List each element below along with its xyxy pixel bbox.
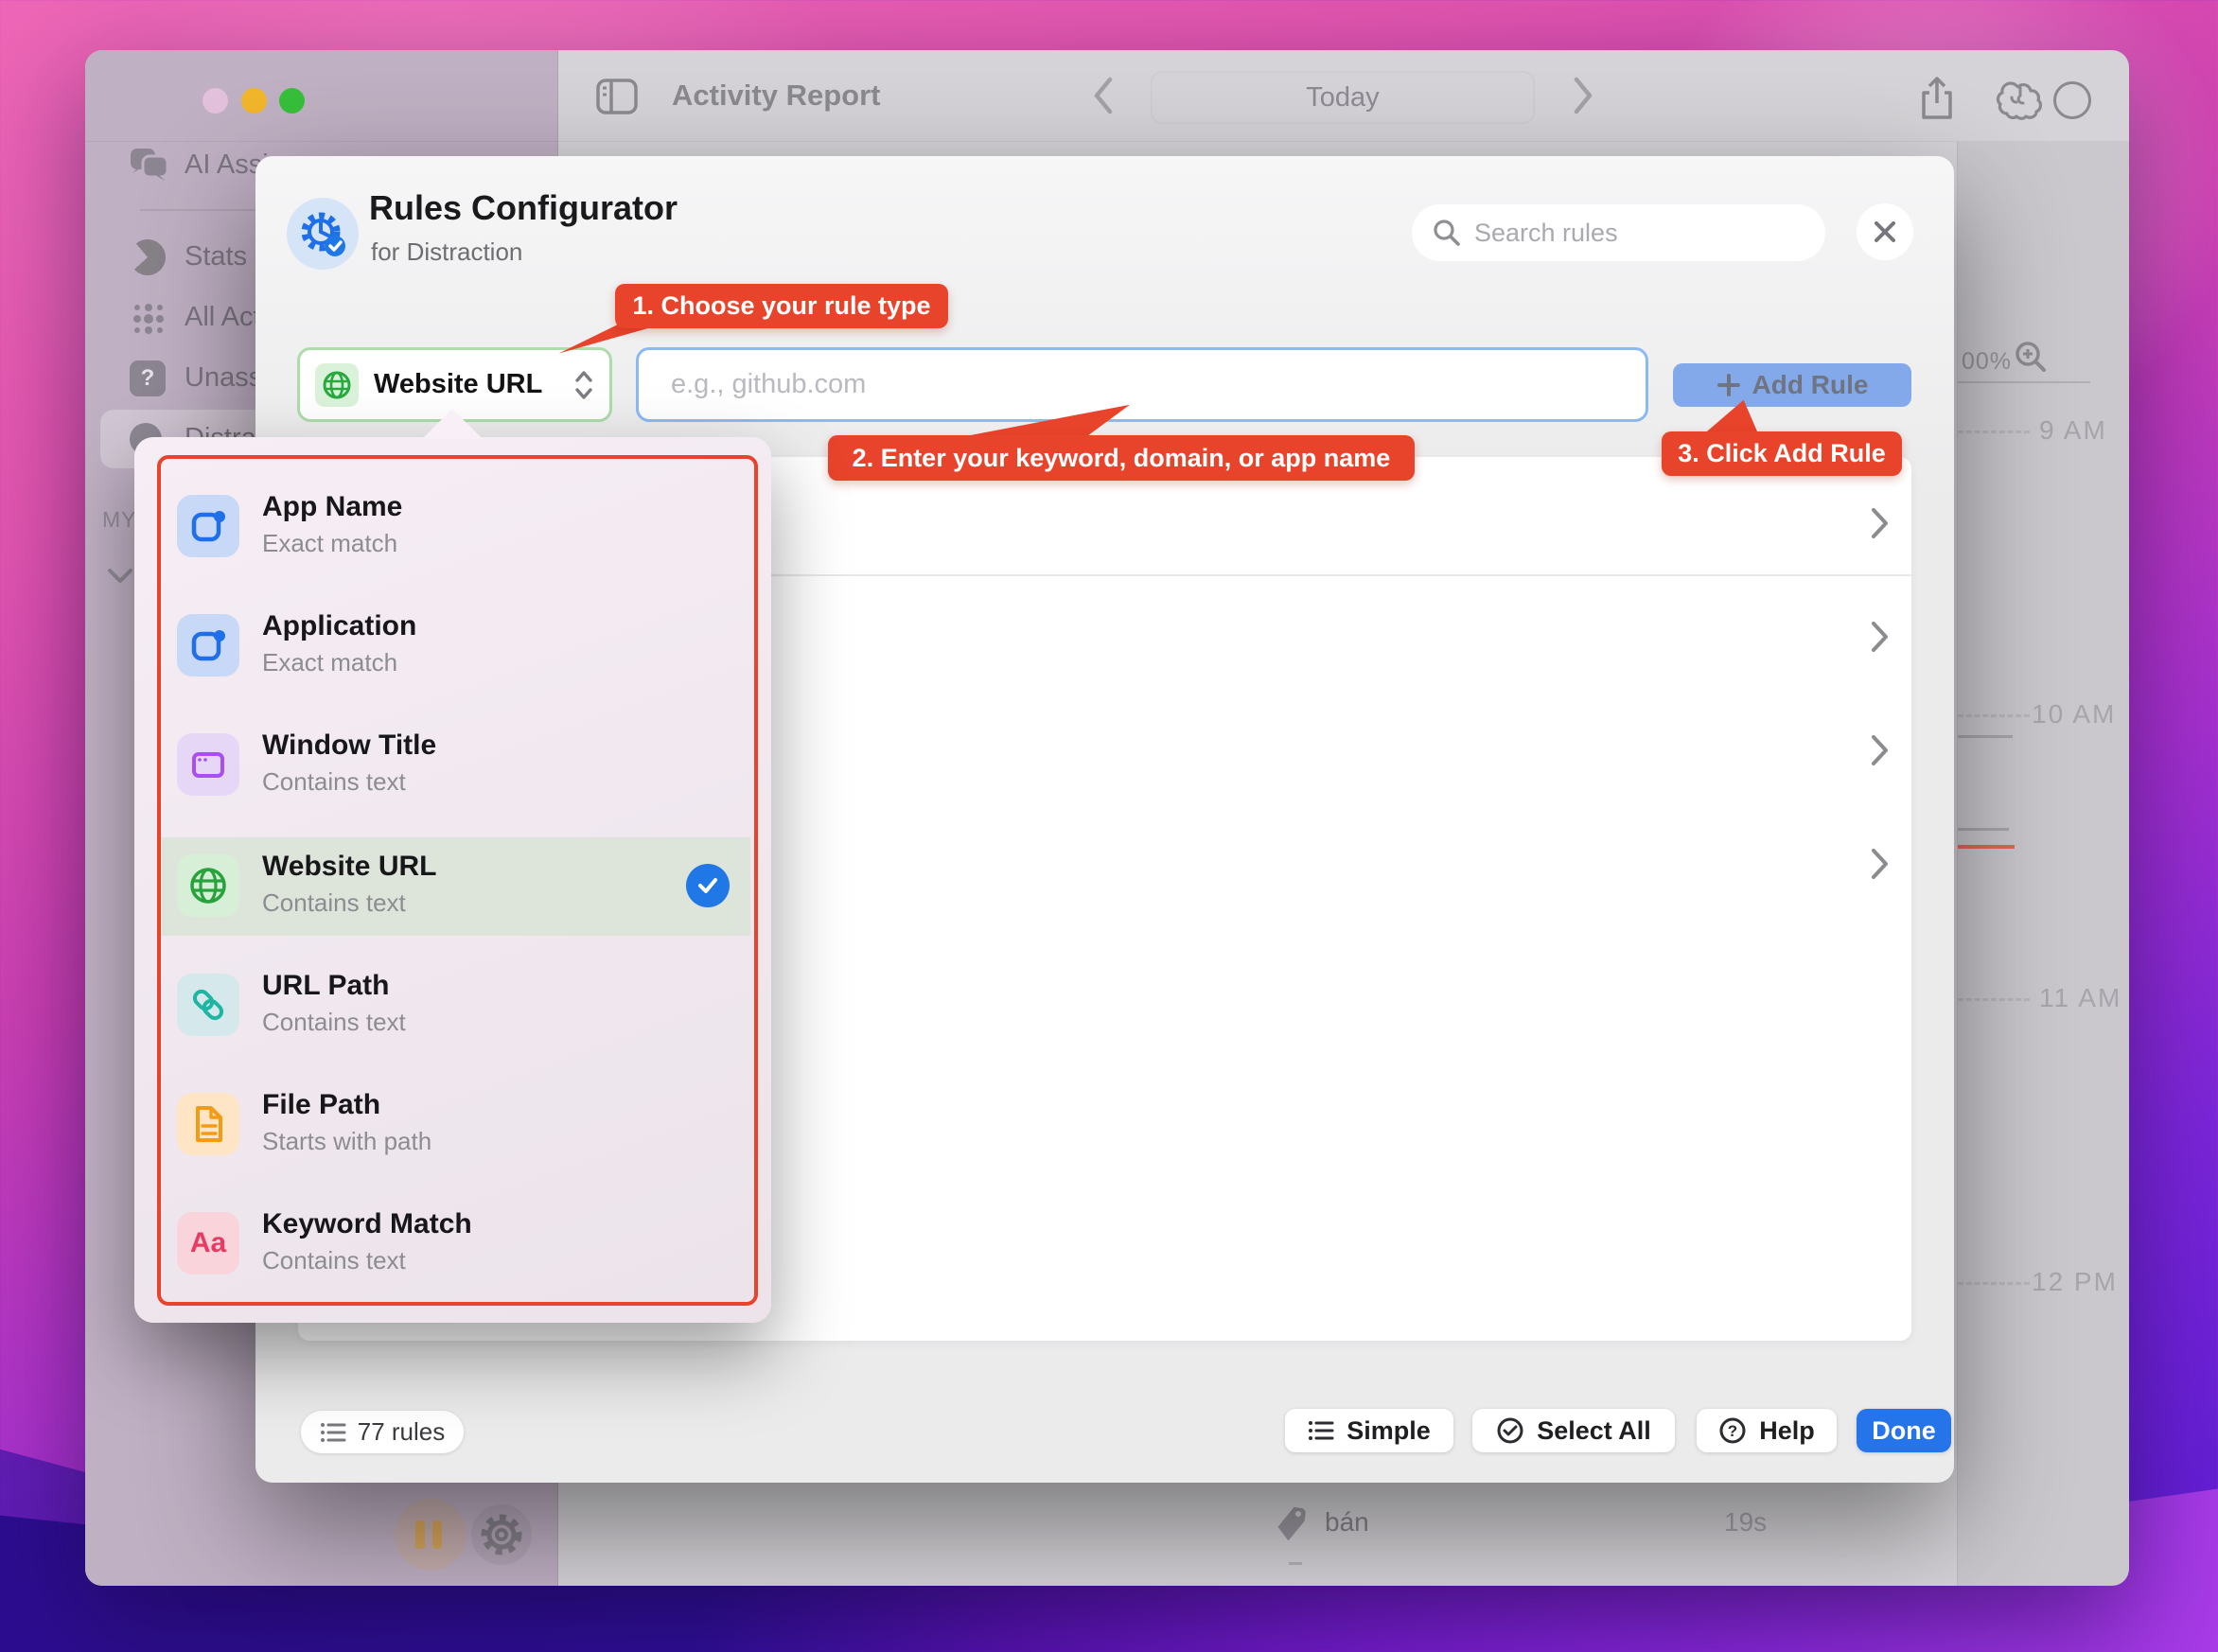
pie-chart-icon <box>122 232 173 283</box>
status-circle-icon[interactable] <box>2053 81 2091 119</box>
chevron-right-icon[interactable] <box>1869 733 1890 767</box>
chevron-right-icon[interactable] <box>1869 506 1890 540</box>
minimize-window-button[interactable] <box>241 88 267 114</box>
activity-bar <box>1958 828 2009 831</box>
timeline-divider <box>1958 381 2090 383</box>
done-label: Done <box>1872 1416 1936 1446</box>
close-window-button[interactable] <box>202 88 228 114</box>
hour-label: 12 PM <box>2032 1267 2118 1297</box>
entry-tag-label: bán <box>1325 1507 1369 1538</box>
annotation-step1: 1. Choose your rule type <box>615 284 948 328</box>
window-title: Activity Report <box>672 79 880 113</box>
dots-grid-icon <box>130 300 167 338</box>
hour-dash-line <box>1958 431 2030 433</box>
select-all-label: Select All <box>1537 1416 1651 1446</box>
timeline-strip: 00% 9 AM 10 AM 11 AM 12 PM <box>1957 142 2129 1586</box>
search-icon <box>1433 219 1461 247</box>
keyword-input[interactable] <box>636 347 1648 422</box>
list-icon <box>1308 1419 1334 1442</box>
sidebar-item-label: Stats <box>185 241 247 272</box>
sidebar-item-label: All Acti <box>185 302 267 333</box>
annotation-text: 2. Enter your keyword, domain, or app na… <box>853 444 1391 473</box>
entry-duration: 19s <box>1724 1507 1767 1538</box>
help-label: Help <box>1759 1416 1815 1446</box>
zoom-window-button[interactable] <box>279 88 305 114</box>
zoom-in-icon[interactable] <box>2013 339 2049 375</box>
rule-type-menu: App Name Exact match Application Exact m… <box>134 437 771 1323</box>
chevron-down-icon[interactable] <box>106 567 134 586</box>
annotation-text: 3. Click Add Rule <box>1678 439 1886 468</box>
brain-icon[interactable] <box>1996 80 2045 120</box>
rules-count-label: 77 rules <box>358 1417 446 1447</box>
close-icon <box>1872 219 1898 245</box>
chevron-right-icon[interactable] <box>1869 847 1890 881</box>
dialog-subtitle: for Distraction <box>371 237 522 267</box>
rule-type-selected-label: Website URL <box>374 369 558 400</box>
hour-label: 9 AM <box>2039 415 2107 446</box>
add-rule-button[interactable]: Add Rule <box>1673 363 1911 407</box>
check-circle-icon <box>1496 1416 1524 1445</box>
hour-dash-line <box>1958 998 2030 1001</box>
tag-icon <box>1276 1505 1311 1543</box>
search-rules-input[interactable] <box>1474 219 1777 248</box>
hour-dash-line <box>1958 1282 2030 1285</box>
hour-label: 11 AM <box>2039 983 2121 1013</box>
pause-icon[interactable] <box>432 1520 442 1549</box>
chat-bubbles-icon <box>130 148 169 184</box>
hour-label: 10 AM <box>2032 699 2116 729</box>
hour-dash-line <box>1958 714 2030 717</box>
activity-bar <box>1958 735 2013 738</box>
simple-label: Simple <box>1347 1416 1431 1446</box>
pause-glow <box>395 1499 466 1571</box>
share-icon[interactable] <box>1919 77 1955 120</box>
select-all-button[interactable]: Select All <box>1472 1409 1675 1452</box>
annotation-text: 1. Choose your rule type <box>632 291 930 321</box>
rule-type-selector[interactable]: Website URL <box>297 347 612 422</box>
previous-day-chevron[interactable] <box>1092 75 1115 116</box>
sidebar-section-label: MY <box>102 507 137 533</box>
sidebar-toggle-icon[interactable] <box>596 79 638 114</box>
globe-tile <box>315 363 359 407</box>
close-dialog-button[interactable] <box>1857 203 1913 260</box>
annotation-step3: 3. Click Add Rule <box>1662 431 1902 476</box>
rules-count-pill[interactable]: 77 rules <box>301 1411 464 1453</box>
annotation-step2: 2. Enter your keyword, domain, or app na… <box>828 435 1415 481</box>
help-button[interactable]: ? Help <box>1697 1409 1837 1452</box>
date-selector-button[interactable]: Today <box>1151 71 1535 124</box>
question-circle-icon: ? <box>1718 1416 1747 1445</box>
activity-bar-highlight <box>1958 845 2015 849</box>
settings-button[interactable] <box>471 1504 532 1565</box>
search-rules-field[interactable] <box>1412 204 1825 261</box>
entry-tick <box>1289 1562 1302 1565</box>
svg-text:?: ? <box>1728 1422 1737 1440</box>
next-day-chevron[interactable] <box>1572 75 1594 116</box>
plus-icon <box>1716 373 1741 397</box>
add-rule-label: Add Rule <box>1752 370 1869 400</box>
gear-icon <box>471 1504 532 1565</box>
list-icon <box>320 1421 346 1444</box>
globe-icon <box>322 370 352 400</box>
chevron-right-icon[interactable] <box>1869 620 1890 654</box>
simple-mode-button[interactable]: Simple <box>1285 1409 1453 1452</box>
annotation-highlight-border <box>157 455 758 1306</box>
rules-app-icon <box>287 198 359 270</box>
titlebar: Activity Report Today <box>85 50 2129 142</box>
date-label: Today <box>1306 82 1379 114</box>
question-square-icon: ? <box>130 360 166 396</box>
selected-check-icon <box>686 864 730 907</box>
dialog-title: Rules Configurator <box>369 188 678 228</box>
pause-icon[interactable] <box>415 1520 425 1549</box>
up-down-chevrons-icon <box>573 369 594 401</box>
done-button[interactable]: Done <box>1857 1409 1951 1452</box>
zoom-level-label: 00% <box>1962 348 2012 376</box>
